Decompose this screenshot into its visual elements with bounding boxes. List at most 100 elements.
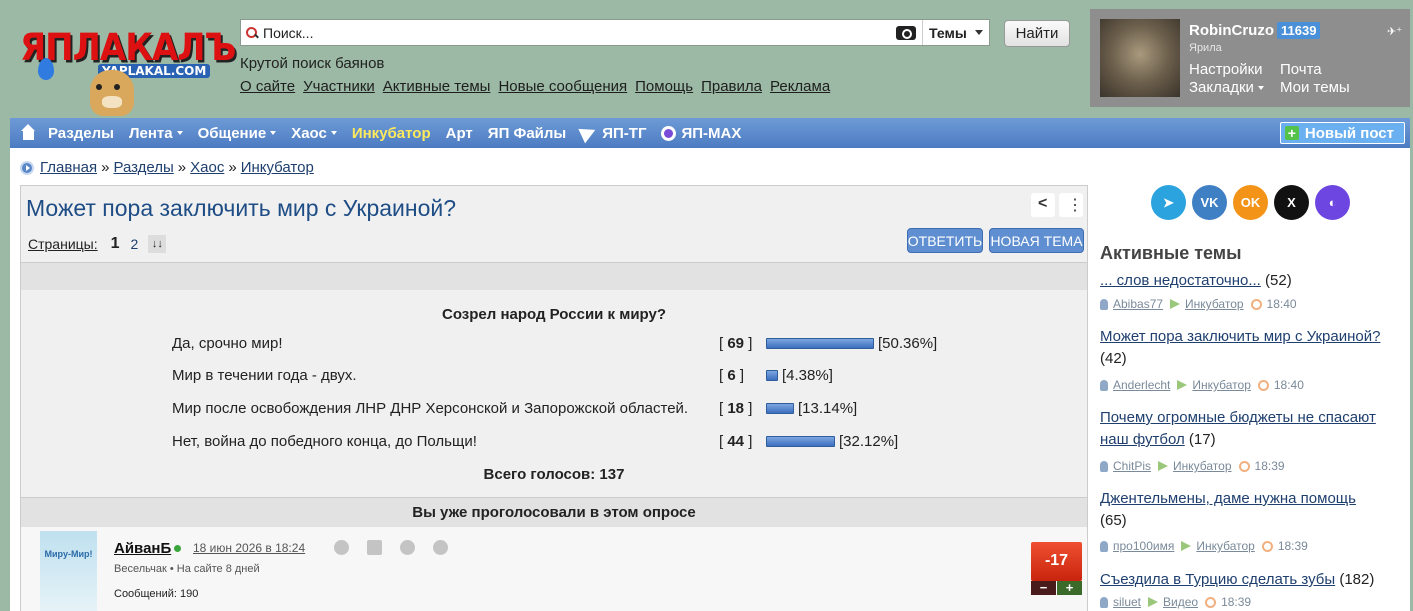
page-1: 1: [110, 235, 120, 252]
arrow-right-icon: [1170, 299, 1181, 309]
my-topics-link[interactable]: Мои темы: [1280, 79, 1370, 96]
active-topic-section[interactable]: Видео: [1163, 595, 1198, 609]
post-date[interactable]: 18 июн 2026 в 18:24: [193, 541, 305, 555]
active-topic-time: 18:40: [1266, 297, 1297, 311]
nav-tg-label: ЯП-ТГ: [602, 124, 647, 142]
active-topic-section[interactable]: Инкубатор: [1192, 378, 1251, 392]
poll-voted-message: Вы уже проголосовали в этом опросе: [21, 497, 1087, 527]
sort-icon[interactable]: ↓↓: [148, 235, 167, 253]
nav-max[interactable]: ЯП-MAX: [661, 125, 741, 142]
share-icon[interactable]: [1031, 193, 1055, 217]
nav-incubator[interactable]: Инкубатор: [352, 125, 431, 142]
breadcrumb-chaos[interactable]: Хаос: [190, 159, 224, 176]
social-links: ➤ VK OK X ◐: [1151, 185, 1350, 220]
active-topic-title[interactable]: Съездила в Турцию сделать зубы: [1100, 571, 1335, 588]
search-tagline: Крутой поиск баянов: [240, 55, 385, 72]
mail-icon[interactable]: [367, 540, 382, 555]
poll-bar: [766, 369, 778, 381]
poll-option-label: Нет, война до победного конца, до Польщи…: [172, 432, 477, 450]
user-links: Настройки Почта Закладки Мои темы: [1189, 61, 1370, 96]
nav-chaos-label: Хаос: [291, 124, 327, 142]
rate-plus-button[interactable]: +: [1057, 581, 1082, 595]
poll-count-value: 18: [727, 399, 745, 417]
post-actions: [334, 540, 448, 555]
nav-feed[interactable]: Лента: [129, 125, 183, 142]
user-name[interactable]: RobinCruzo: [1189, 22, 1274, 39]
reply-button[interactable]: ОТВЕТИТЬ: [907, 228, 983, 253]
active-topic-meta: Abibas77 Инкубатор 18:40: [1100, 297, 1297, 311]
active-topic-author[interactable]: про100имя: [1113, 539, 1174, 553]
breadcrumb-sections[interactable]: Разделы: [113, 159, 173, 176]
telegram-icon[interactable]: ➤: [1151, 185, 1186, 220]
report-icon[interactable]: [334, 540, 349, 555]
nav-chaos[interactable]: Хаос: [291, 125, 337, 142]
active-topic-author[interactable]: Anderlecht: [1113, 378, 1170, 392]
list-item: Съездила в Турцию сделать зубы (182): [1100, 569, 1405, 591]
nav-art[interactable]: Арт: [446, 125, 473, 142]
camera-icon[interactable]: [896, 25, 916, 40]
poll-option-percent: [4.38%]: [782, 366, 833, 384]
active-topic-author[interactable]: Abibas77: [1113, 297, 1163, 311]
settings-link[interactable]: Настройки: [1189, 61, 1280, 78]
post-author[interactable]: АйванБ: [114, 540, 171, 557]
bookmarks-label: Закладки: [1189, 79, 1254, 96]
quote-icon[interactable]: [400, 540, 415, 555]
clock-icon: [1250, 298, 1262, 310]
active-topic-author[interactable]: ChitPis: [1113, 459, 1151, 473]
bookmarks-menu[interactable]: Закладки: [1189, 79, 1280, 96]
nav-talk[interactable]: Общение: [198, 125, 277, 142]
active-topic-title[interactable]: ... слов недостаточно...: [1100, 272, 1261, 289]
new-post-button[interactable]: + Новый пост: [1279, 122, 1405, 144]
top-link-active[interactable]: Активные темы: [383, 78, 491, 95]
breadcrumb-play-icon: [20, 160, 34, 175]
active-topic-title[interactable]: Почему огромные бюджеты не спасают наш ф…: [1100, 409, 1376, 448]
odnoklassniki-icon[interactable]: OK: [1233, 185, 1268, 220]
search-scope-select[interactable]: Темы: [922, 20, 989, 45]
nav-files[interactable]: ЯП Файлы: [488, 125, 566, 142]
max-icon[interactable]: ◐: [1315, 185, 1350, 220]
top-link-new[interactable]: Новые сообщения: [498, 78, 627, 95]
page-title: Может пора заключить мир с Украиной?: [26, 195, 457, 221]
rate-minus-button[interactable]: −: [1031, 581, 1056, 595]
active-topic-section[interactable]: Инкубатор: [1196, 539, 1255, 553]
avatar[interactable]: [1100, 19, 1180, 97]
vk-icon[interactable]: VK: [1192, 185, 1227, 220]
breadcrumb: Главная » Разделы » Хаос » Инкубатор: [20, 159, 314, 176]
clock-icon: [1205, 596, 1217, 608]
search-input[interactable]: [259, 24, 896, 41]
more-menu-icon[interactable]: [1059, 193, 1083, 217]
active-topic-title[interactable]: Может пора заключить мир с Украиной?: [1100, 328, 1380, 345]
top-link-rules[interactable]: Правила: [701, 78, 762, 95]
post-avatar[interactable]: Миру-Мир!: [40, 531, 97, 611]
breadcrumb-home[interactable]: Главная: [40, 159, 97, 176]
active-topic-author[interactable]: siluet: [1113, 595, 1141, 609]
poll-header-bar: [21, 262, 1087, 290]
top-link-about[interactable]: О сайте: [240, 78, 295, 95]
home-icon[interactable]: [21, 123, 35, 140]
nav-tg[interactable]: ЯП-ТГ: [578, 122, 647, 144]
active-topic-title[interactable]: Джентельмены, даме нужна помощь: [1100, 490, 1356, 507]
nav-sections[interactable]: Разделы: [48, 125, 114, 142]
poll-option-count: [ 6 ]: [719, 366, 745, 384]
pin-icon[interactable]: ✈⁺: [1387, 25, 1402, 38]
active-topic-meta: ChitPis Инкубатор 18:39: [1100, 459, 1285, 473]
nav-talk-label: Общение: [197, 124, 267, 142]
user-role: Ярила: [1189, 42, 1222, 54]
poll-option-count: [ 44 ]: [719, 432, 753, 450]
poll-option-label: Мир после освобождения ЛНР ДНР Херсонско…: [172, 399, 689, 417]
new-topic-button[interactable]: НОВАЯ ТЕМА: [989, 228, 1084, 253]
active-topic-section[interactable]: Инкубатор: [1173, 459, 1232, 473]
top-link-ads[interactable]: Реклама: [770, 78, 830, 95]
top-link-members[interactable]: Участники: [303, 78, 375, 95]
x-icon[interactable]: X: [1274, 185, 1309, 220]
search-button[interactable]: Найти: [1004, 20, 1070, 47]
arrow-right-icon: [1181, 541, 1192, 551]
active-topic-section[interactable]: Инкубатор: [1185, 297, 1244, 311]
top-link-help[interactable]: Помощь: [635, 78, 693, 95]
reply-arrow-icon[interactable]: [433, 540, 448, 555]
breadcrumb-incubator[interactable]: Инкубатор: [241, 159, 314, 176]
page-2[interactable]: 2: [131, 236, 139, 252]
poll-option-percent: [32.12%]: [839, 432, 899, 450]
site-logo[interactable]: ЯПЛАКАЛЪ YAPLAKAL.COM: [18, 22, 236, 122]
mail-link[interactable]: Почта: [1280, 61, 1370, 78]
